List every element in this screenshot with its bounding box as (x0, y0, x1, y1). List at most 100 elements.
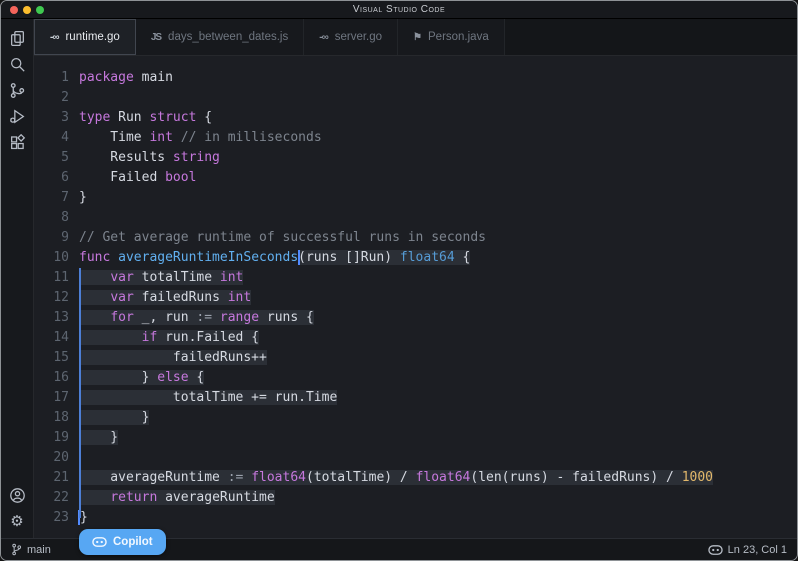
code-line-7[interactable]: 7} (34, 188, 797, 208)
code-line-5[interactable]: 5 Results string (34, 148, 797, 168)
code-line-16[interactable]: 16 } else { (34, 368, 797, 388)
tab-server.go[interactable]: -∞ server.go (304, 19, 398, 55)
line-number: 2 (34, 88, 79, 108)
selection-highlight: } (79, 430, 118, 445)
line-number: 9 (34, 228, 79, 248)
code-line-12[interactable]: 12 var failedRuns int (34, 288, 797, 308)
copilot-icon (92, 536, 107, 548)
line-number: 20 (34, 448, 79, 468)
line-number: 22 (34, 488, 79, 508)
selection-highlight: totalTime += run.Time (79, 390, 337, 405)
main-row: ⚙ -∞ runtime.go JS days_between_dates.js -∞ s… (1, 19, 797, 538)
run-debug-icon[interactable] (5, 103, 29, 129)
line-number: 16 (34, 368, 79, 388)
code-line-21[interactable]: 21 averageRuntime := float64(totalTime) … (34, 468, 797, 488)
window-title: Visual Studio Code (353, 4, 445, 15)
selection-highlight: } (79, 410, 149, 425)
code-line-20[interactable]: 20 (34, 448, 797, 468)
tab-Person.java[interactable]: ⚑ Person.java (398, 19, 505, 55)
title-bar: Visual Studio Code (1, 1, 797, 19)
code-line-9[interactable]: 9// Get average runtime of successful ru… (34, 228, 797, 248)
editor[interactable]: 1package main23type Run struct {4 Time i… (34, 56, 797, 538)
settings-gear-icon[interactable]: ⚙ (5, 508, 29, 534)
search-icon[interactable] (5, 51, 29, 77)
branch-indicator[interactable]: main (11, 543, 51, 556)
tab-runtime.go[interactable]: -∞ runtime.go (34, 19, 136, 55)
copilot-button-label: Copilot (113, 536, 153, 548)
selection-highlight: for _, run := range runs { (79, 310, 314, 325)
line-number: 13 (34, 308, 79, 328)
selection-highlight: averageRuntime := float64(totalTime) / f… (79, 470, 713, 485)
line-number: 1 (34, 68, 79, 88)
code-line-2[interactable]: 2 (34, 88, 797, 108)
selection-highlight: if run.Failed { (79, 330, 259, 345)
line-number: 18 (34, 408, 79, 428)
code-line-4[interactable]: 4 Time int // in milliseconds (34, 128, 797, 148)
tab-days_between_dates.js[interactable]: JS days_between_dates.js (136, 19, 304, 55)
code-line-17[interactable]: 17 totalTime += run.Time (34, 388, 797, 408)
selection-highlight: (runs []Run) float64 { (298, 250, 470, 265)
code-line-1[interactable]: 1package main (34, 68, 797, 88)
branch-label: main (27, 544, 51, 556)
editor-column: -∞ runtime.go JS days_between_dates.js -∞ ser… (34, 19, 797, 538)
activity-bar: ⚙ (1, 19, 34, 538)
line-number: 5 (34, 148, 79, 168)
code-line-18[interactable]: 18 } (34, 408, 797, 428)
source-control-icon[interactable] (5, 77, 29, 103)
go-file-icon: -∞ (319, 32, 327, 43)
code-line-10[interactable]: 10func averageRuntimeInSeconds(runs []Ru… (34, 248, 797, 268)
code-area[interactable]: 1package main23type Run struct {4 Time i… (34, 56, 797, 538)
code-line-14[interactable]: 14 if run.Failed { (34, 328, 797, 348)
line-number: 14 (34, 328, 79, 348)
line-number: 4 (34, 128, 79, 148)
code-line-3[interactable]: 3type Run struct { (34, 108, 797, 128)
line-number: 10 (34, 248, 79, 268)
selection-highlight: } else { (79, 370, 204, 385)
selection-highlight: failedRuns++ (79, 350, 267, 365)
line-number: 8 (34, 208, 79, 228)
git-branch-icon (11, 543, 22, 556)
code-line-19[interactable]: 19 } (34, 428, 797, 448)
line-number: 6 (34, 168, 79, 188)
line-number: 15 (34, 348, 79, 368)
tab-label: days_between_dates.js (168, 31, 288, 43)
traffic-lights (10, 6, 44, 14)
minimize-window-button[interactable] (23, 6, 31, 14)
account-icon[interactable] (5, 482, 29, 508)
tab-label: Person.java (428, 31, 489, 43)
line-number: 3 (34, 108, 79, 128)
vscode-window: Visual Studio Code (0, 0, 798, 561)
close-window-button[interactable] (10, 6, 18, 14)
copilot-status-icon (708, 544, 723, 556)
code-line-8[interactable]: 8 (34, 208, 797, 228)
code-line-22[interactable]: 22 return averageRuntime (34, 488, 797, 508)
cursor-position-label: Ln 23, Col 1 (728, 544, 787, 556)
line-number: 21 (34, 468, 79, 488)
js-file-icon: JS (151, 32, 161, 43)
cursor-position-indicator[interactable]: Ln 23, Col 1 (708, 544, 787, 556)
selection-highlight: var totalTime int (79, 270, 243, 285)
code-line-13[interactable]: 13 for _, run := range runs { (34, 308, 797, 328)
code-line-11[interactable]: 11 var totalTime int (34, 268, 797, 288)
line-number: 17 (34, 388, 79, 408)
line-number: 19 (34, 428, 79, 448)
code-line-15[interactable]: 15 failedRuns++ (34, 348, 797, 368)
active-indent-guide (79, 268, 81, 518)
tab-label: server.go (335, 31, 382, 43)
code-line-23[interactable]: 23} (34, 508, 797, 528)
line-number: 23 (34, 508, 79, 528)
line-number: 7 (34, 188, 79, 208)
tab-bar: -∞ runtime.go JS days_between_dates.js -∞ ser… (34, 19, 797, 56)
java-file-icon: ⚑ (413, 32, 421, 43)
zoom-window-button[interactable] (36, 6, 44, 14)
selection-highlight: var failedRuns int (79, 290, 251, 305)
line-number: 11 (34, 268, 79, 288)
selection-highlight: return averageRuntime (79, 490, 275, 505)
go-file-icon: -∞ (50, 32, 58, 43)
explorer-icon[interactable] (5, 25, 29, 51)
tab-label: runtime.go (65, 31, 119, 43)
extensions-icon[interactable] (5, 129, 29, 155)
copilot-button[interactable]: Copilot (79, 529, 166, 555)
code-line-6[interactable]: 6 Failed bool (34, 168, 797, 188)
line-number: 12 (34, 288, 79, 308)
